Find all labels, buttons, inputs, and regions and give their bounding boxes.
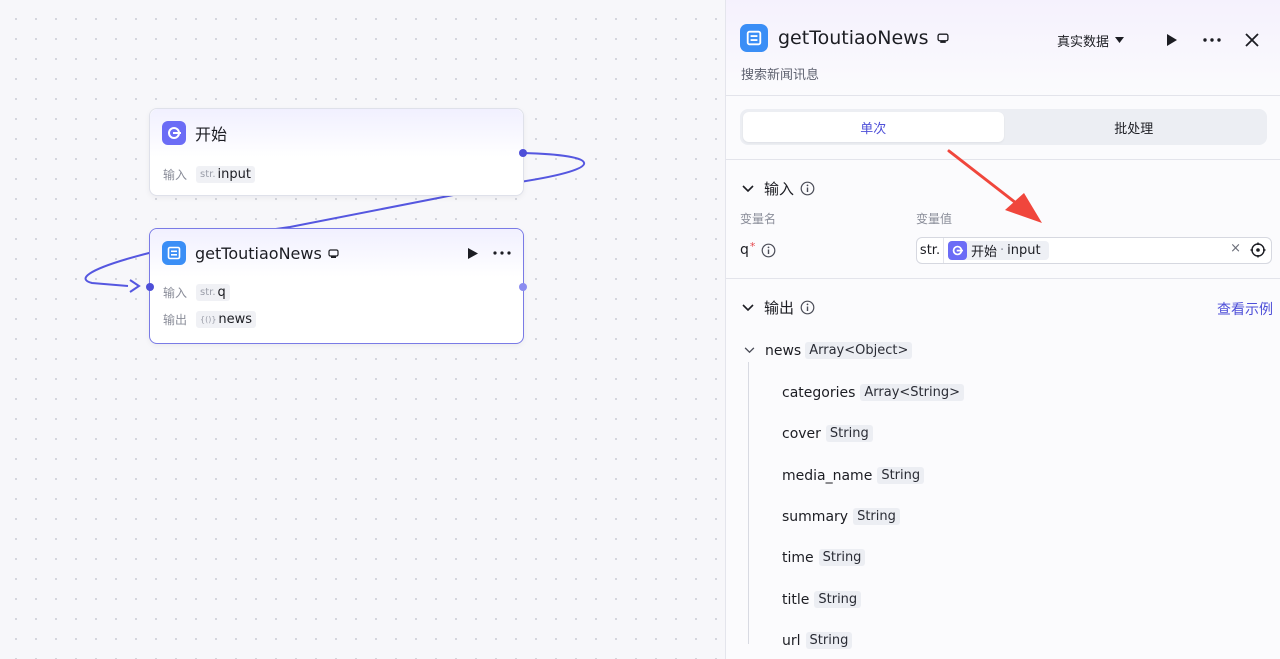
output-tree-item: title String (782, 591, 862, 608)
news-node-title: getToutiaoNews (195, 243, 322, 263)
var-name: q (217, 284, 226, 300)
output-field-name: summary (782, 508, 849, 525)
row-label: 输入 (163, 285, 188, 300)
var-name: news (218, 311, 253, 327)
output-tree-item: categories Array<String> (782, 384, 964, 401)
workflow-canvas[interactable]: 开始 输入 str. input getToutiaoNews 输入 str. … (0, 0, 725, 659)
run-mode-tabs: 单次 批处理 (740, 109, 1267, 145)
output-field-type: String (877, 467, 925, 484)
value-type-label[interactable]: str. (917, 238, 944, 263)
output-field-type: String (825, 425, 873, 442)
news-output-port[interactable] (519, 283, 527, 291)
row-label: 输出 (163, 312, 188, 327)
info-icon[interactable] (800, 300, 815, 315)
panel-header: getToutiaoNews 搜索新闻讯息 真实数据 (726, 0, 1280, 96)
ref-separator: · (1000, 243, 1005, 258)
output-field-name: cover (782, 425, 821, 442)
start-node-header: 开始 (150, 109, 523, 157)
node-detail-panel: getToutiaoNews 搜索新闻讯息 真实数据 单次 批处理 输入 变量名… (725, 0, 1280, 659)
type-prefix: str. (200, 168, 216, 180)
info-icon[interactable] (800, 181, 815, 196)
news-icon (740, 24, 768, 52)
plugin-badge-icon (328, 248, 339, 259)
edge-arrowhead (129, 279, 141, 293)
info-icon[interactable] (761, 243, 776, 258)
start-output-port[interactable] (519, 149, 527, 157)
col-label-name: 变量名 (740, 212, 777, 226)
output-section-title: 输出 (764, 299, 795, 317)
output-field-name: url (782, 632, 801, 649)
data-mode-label: 真实数据 (1056, 34, 1109, 50)
plugin-badge-icon (937, 32, 949, 44)
news-input-port[interactable] (146, 283, 154, 291)
output-field-type: String (818, 549, 866, 566)
ref-var-name: input (1007, 243, 1041, 258)
output-field-name: time (782, 549, 814, 566)
panel-description: 搜索新闻讯息 (741, 68, 820, 83)
col-label-value: 变量值 (916, 212, 953, 226)
divider (726, 278, 1280, 279)
output-tree-item: cover String (782, 425, 873, 442)
output-field-name: categories (782, 384, 856, 401)
output-section-header[interactable]: 输出 (742, 297, 815, 318)
toutiao-news-node[interactable]: getToutiaoNews 输入 str. q 输出 {()} news (149, 228, 524, 344)
tree-guide-line (748, 362, 749, 644)
input-section-title: 输入 (764, 180, 795, 198)
output-tree-item: url String (782, 632, 853, 649)
var-chip: str. q (196, 283, 230, 301)
more-icon[interactable] (1198, 26, 1226, 54)
var-chip: str. input (196, 165, 255, 183)
output-tree-item: media_name String (782, 467, 925, 484)
input-var-name: q * (740, 239, 776, 258)
data-mode-dropdown[interactable]: 真实数据 (1057, 31, 1124, 50)
chevron-down-icon (742, 303, 754, 311)
output-tree-root[interactable]: news Array<Object> (744, 342, 913, 359)
news-node-output-row: 输出 {()} news (150, 306, 523, 332)
output-field-name: title (782, 591, 810, 608)
start-node-input-row: 输入 str. input (150, 161, 523, 187)
tab-batch[interactable]: 批处理 (1004, 112, 1265, 142)
view-example-link[interactable]: 查看示例 (1217, 299, 1273, 319)
type-prefix: str. (200, 286, 216, 298)
start-icon (948, 241, 967, 260)
variable-value-field[interactable]: str. 开始 · input × (916, 237, 1272, 264)
tab-single[interactable]: 单次 (743, 112, 1004, 142)
run-button[interactable] (1158, 26, 1186, 54)
news-icon (162, 241, 186, 265)
output-field-type: String (814, 591, 862, 608)
start-icon (162, 121, 186, 145)
output-field-type: String (805, 632, 853, 649)
input-section-header[interactable]: 输入 (742, 178, 815, 199)
start-node[interactable]: 开始 输入 str. input (149, 108, 524, 196)
variable-picker-icon[interactable] (1250, 242, 1266, 262)
required-mark: * (749, 239, 756, 253)
row-label: 输入 (163, 167, 188, 182)
chevron-down-icon (744, 347, 755, 354)
close-icon[interactable] (1238, 26, 1266, 54)
var-chip: {()} news (196, 310, 257, 328)
divider (726, 159, 1280, 160)
type-prefix: {()} (200, 314, 217, 324)
start-node-title: 开始 (195, 125, 228, 144)
news-node-input-row: 输入 str. q (150, 279, 523, 305)
output-field-name: media_name (782, 467, 873, 484)
output-field-type: String (853, 508, 900, 525)
clear-icon[interactable]: × (1230, 241, 1241, 256)
panel-title: getToutiaoNews (778, 27, 929, 49)
var-name-text: q (740, 242, 749, 258)
run-node-button[interactable] (467, 247, 479, 260)
news-node-header: getToutiaoNews (150, 229, 523, 277)
output-field-type: Array<String> (860, 384, 964, 401)
chevron-down-icon (742, 184, 754, 192)
output-field-type: Array<Object> (805, 342, 913, 359)
ref-node-name: 开始 (971, 245, 998, 260)
output-field-name: news (765, 342, 802, 359)
output-tree-item: time String (782, 549, 866, 566)
output-tree-item: summary String (782, 508, 900, 525)
caret-down-icon (1115, 37, 1124, 43)
node-more-icon[interactable] (493, 251, 511, 255)
variable-reference-tag: 开始 · input (948, 241, 1049, 260)
var-name: input (217, 166, 251, 182)
